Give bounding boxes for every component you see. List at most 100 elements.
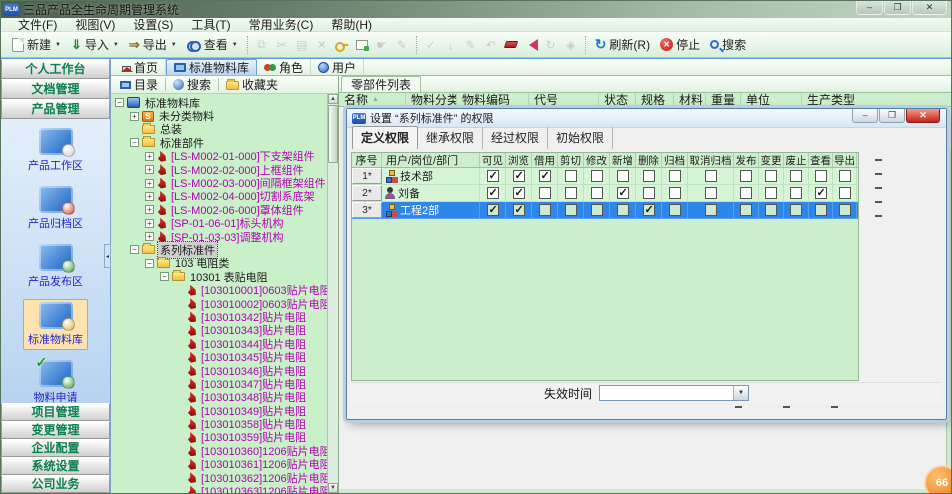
grid-header-perm-4[interactable]: 剪切 [558,153,584,167]
key-icon[interactable] [334,37,350,53]
column-header-10[interactable]: 生产类型 [802,93,952,106]
permission-checkbox[interactable] [513,170,525,182]
dialog-tab-4[interactable]: 初始权限 [548,127,613,149]
permission-checkbox[interactable] [513,187,525,199]
close-button[interactable]: ✕ [912,1,947,15]
permission-checkbox[interactable] [705,187,717,199]
permission-checkbox[interactable] [669,170,681,182]
grid-header-perm-5[interactable]: 修改 [584,153,610,167]
permission-checkbox[interactable] [790,187,802,199]
collapse-icon[interactable]: − [130,245,139,254]
expand-icon[interactable]: + [130,112,139,121]
permission-checkbox[interactable] [815,170,827,182]
grid-header-perm-3[interactable]: 借用 [532,153,558,167]
permission-checkbox[interactable] [815,204,827,216]
tree-item-label[interactable]: [103010363]1206贴片电阻 [199,483,327,493]
grid-header-perm-14[interactable]: 导出 [833,153,857,167]
sidebar-group-bottom-1[interactable]: 项目管理 [1,403,110,421]
grid-header-perm-7[interactable]: 删除 [636,153,662,167]
eraser-icon[interactable] [503,37,519,53]
expand-icon[interactable]: + [145,232,154,241]
menu-item-5[interactable]: 常用业务(C) [240,18,323,32]
toolbar-button-view[interactable]: 查看▼ [182,35,243,54]
tree-scrollbar[interactable]: ▲ ▼ [327,94,338,493]
grid-header-perm-9[interactable]: 取消归档 [688,153,734,167]
scroll-up-icon[interactable]: ▲ [328,94,338,104]
sidebar-group-bottom-4[interactable]: 系统设置 [1,457,110,475]
explorer-button-catalog[interactable]: 目录 [113,76,165,93]
dropdown-chevron-icon[interactable]: ▼ [113,42,119,48]
permission-checkbox[interactable] [487,187,499,199]
permission-checkbox[interactable] [839,170,851,182]
tab-parts-list[interactable]: 零部件列表 [341,76,421,92]
tab-library[interactable]: 标准物料库 [166,59,257,75]
grid-header-perm-10[interactable]: 发布 [734,153,759,167]
column-header-7[interactable]: 材料 [674,93,706,106]
expand-icon[interactable]: + [145,192,154,201]
column-header-4[interactable]: 代号 [529,93,599,106]
collapse-icon[interactable]: − [115,98,124,107]
permission-checkbox[interactable] [765,204,777,216]
permission-checkbox[interactable] [539,187,551,199]
permission-checkbox[interactable] [513,204,525,216]
menu-item-6[interactable]: 帮助(H) [322,18,381,32]
sidebar-item-product-publish[interactable]: 产品发布区 [23,241,88,292]
permission-checkbox[interactable] [487,170,499,182]
sidebar-group-1[interactable]: 个人工作台 [1,59,110,79]
expand-icon[interactable]: + [145,205,154,214]
toolbar-button-stop[interactable]: ✕停止 [655,35,705,54]
note-icon[interactable] [354,37,370,53]
permission-checkbox[interactable] [643,187,655,199]
permission-checkbox[interactable] [565,187,577,199]
expand-icon[interactable]: + [145,152,154,161]
permission-checkbox[interactable] [617,204,629,216]
toolbar-button-import[interactable]: ⇓导入▼ [66,35,124,54]
permission-checkbox[interactable] [839,204,851,216]
expiry-time-combobox[interactable]: ▼ [599,385,749,401]
permission-checkbox[interactable] [591,187,603,199]
permission-checkbox[interactable] [669,204,681,216]
sidebar-collapse-button[interactable]: ◂ [104,244,111,268]
expand-icon[interactable]: + [145,219,154,228]
column-header-9[interactable]: 单位 [741,93,802,106]
toolbar-button-new-document[interactable]: 新建▼ [7,35,66,54]
menu-item-2[interactable]: 视图(V) [66,18,124,32]
permission-checkbox[interactable] [765,170,777,182]
tab-roles[interactable]: 角色 [257,59,311,75]
grid-header-perm-13[interactable]: 查看 [809,153,833,167]
toolbar-button-export[interactable]: ⇒导出▼ [124,35,182,54]
toolbar-button-refresh[interactable]: ↻刷新(R) [590,35,655,54]
horn-icon[interactable] [523,37,539,53]
scrollbar-thumb[interactable] [328,105,338,163]
sidebar-group-bottom-2[interactable]: 变更管理 [1,421,110,439]
permission-checkbox[interactable] [790,170,802,182]
permission-checkbox[interactable] [487,204,499,216]
permission-checkbox[interactable] [539,170,551,182]
menu-item-3[interactable]: 设置(S) [124,18,182,32]
sidebar-item-material-request[interactable]: 物料申请 [29,357,83,408]
grid-header-perm-11[interactable]: 变更 [759,153,784,167]
collapse-icon[interactable]: − [160,272,169,281]
tab-home[interactable]: 首页 [115,59,166,75]
expand-icon[interactable]: + [145,165,154,174]
dropdown-chevron-icon[interactable]: ▼ [232,42,238,48]
permission-checkbox[interactable] [617,187,629,199]
toolbar-button-search[interactable]: 搜索 [705,35,751,54]
sidebar-group-bottom-5[interactable]: 公司业务 [1,475,110,493]
permission-checkbox[interactable] [740,170,752,182]
dialog-tab-3[interactable]: 经过权限 [483,127,548,149]
dialog-close-button[interactable]: ✕ [906,109,940,123]
dialog-tab-1[interactable]: 定义权限 [352,126,418,149]
menu-item-1[interactable]: 文件(F) [9,18,66,32]
column-header-1[interactable]: 名称▲ [339,93,406,106]
sidebar-group-2[interactable]: 文档管理 [1,79,110,99]
dialog-tab-2[interactable]: 继承权限 [418,127,483,149]
column-header-6[interactable]: 规格 [636,93,674,106]
minimize-button[interactable]: – [856,1,883,15]
expand-icon[interactable]: + [145,179,154,188]
grid-header-perm-6[interactable]: 新增 [610,153,636,167]
grid-header-perm-2[interactable]: 浏览 [506,153,532,167]
permission-checkbox[interactable] [643,204,655,216]
permission-checkbox[interactable] [765,187,777,199]
explorer-button-favorites[interactable]: 收藏夹 [219,76,285,93]
